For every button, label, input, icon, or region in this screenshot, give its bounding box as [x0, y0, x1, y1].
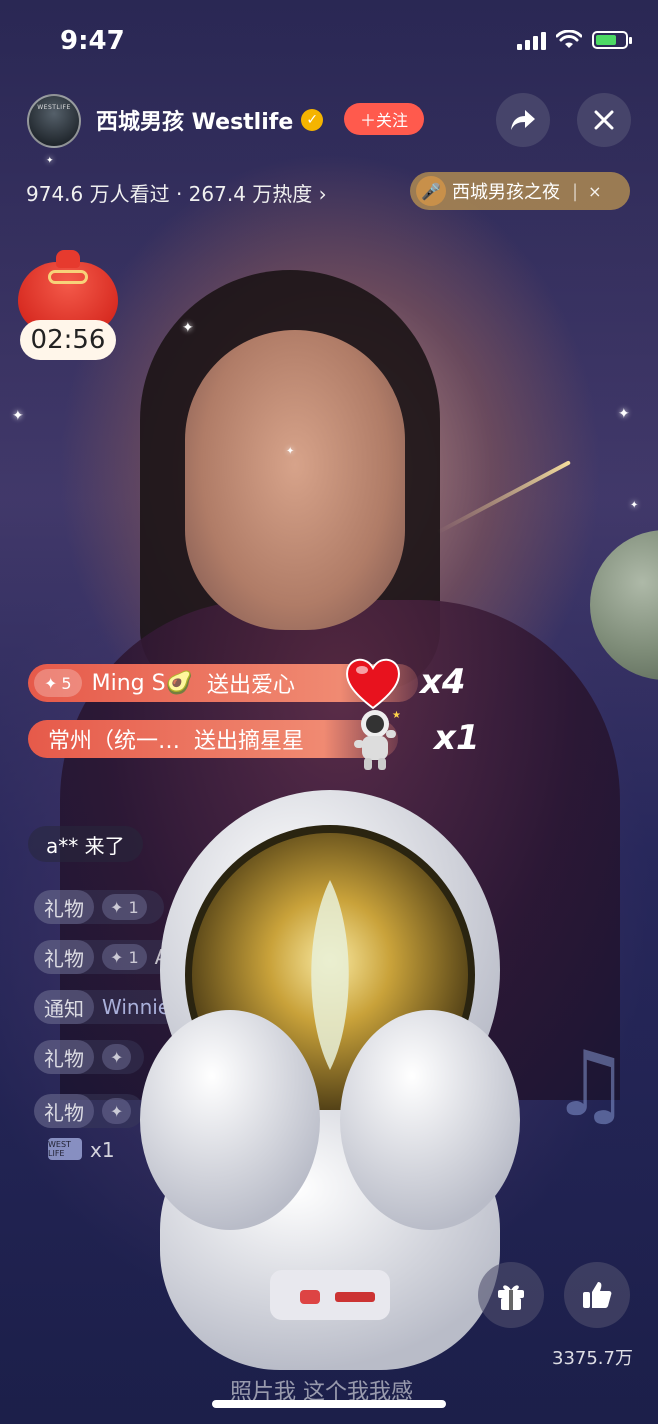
battery-icon [592, 31, 632, 49]
home-indicator[interactable] [212, 1400, 446, 1408]
share-arrow-icon[interactable] [496, 93, 550, 147]
thumbs-up-icon[interactable] [564, 1262, 630, 1328]
close-icon[interactable] [577, 93, 631, 147]
clock: 9:47 [60, 26, 125, 56]
streamer-name-text: 西城男孩 Westlife [96, 110, 294, 135]
heart-icon [346, 658, 400, 710]
follow-button[interactable]: ＋关注 [344, 103, 424, 135]
astronaut-gift-effect [140, 790, 520, 1370]
gift-icon[interactable] [478, 1262, 544, 1328]
gift-count: x1 [434, 718, 480, 758]
gift-action: 送出摘星星 [194, 729, 305, 754]
view-heat-stats[interactable]: 974.6 万人看过 · 267.4 万热度 › [26, 178, 327, 207]
chat-tag: 通知 [34, 990, 94, 1024]
like-count: 3375.7万 [552, 1348, 633, 1369]
topic-label: 西城男孩之夜 [452, 182, 560, 203]
gift-count: x4 [420, 662, 466, 702]
topic-tag[interactable]: 🎤 西城男孩之夜 | × [410, 172, 630, 210]
background-performer-face [185, 330, 405, 630]
lucky-bag-countdown[interactable]: 02:56 [20, 320, 116, 360]
fan-badge-count: x1 [90, 1138, 115, 1162]
topic-separator: | [572, 180, 579, 202]
level-star-icon: ✦ [44, 673, 58, 693]
music-note-icon: ♫ [550, 1032, 631, 1137]
verified-check-icon: ✓ [301, 109, 324, 131]
lucky-bag-icon[interactable] [18, 250, 118, 332]
astronaut-icon: ★ [354, 710, 400, 770]
sparkle: ✦ [618, 406, 630, 422]
streamer-name[interactable]: 西城男孩 Westlife ✓ [96, 104, 324, 136]
gift-action: 送出爱心 [206, 673, 295, 698]
cellular-signal-icon [517, 30, 546, 50]
status-bar: 9:47 [0, 0, 658, 84]
streamer-avatar[interactable]: WESTLIFE [27, 94, 81, 148]
wifi-icon [556, 30, 582, 48]
chat-tag: 礼物 [34, 940, 94, 974]
sparkle: ✦ [12, 408, 24, 424]
chat-tag: 礼物 [34, 1094, 94, 1128]
gift-sender: 常州（统一… [48, 729, 181, 754]
chat-tag: 礼物 [34, 890, 94, 924]
westlife-fan-badge: WEST LIFE [48, 1138, 82, 1160]
gift-sender: Ming S🥑 [91, 670, 193, 696]
svg-text:★: ★ [392, 710, 400, 721]
sparkle: ✦ [182, 320, 194, 336]
topic-close-icon[interactable]: × [588, 182, 601, 201]
chat-tag: 礼物 [34, 1040, 94, 1074]
avatar-logo-text: WESTLIFE [37, 104, 71, 111]
status-icons [517, 30, 632, 50]
sparkle: ✦ [46, 156, 54, 166]
user-level-badge: ✦ 5 [34, 669, 82, 697]
sparkle: ✦ [286, 446, 295, 457]
user-level: 5 [61, 673, 72, 693]
microphone-icon: 🎤 [416, 176, 446, 206]
sparkle: ✦ [630, 500, 639, 511]
gift-banner: 常州（统一… 送出摘星星 [28, 720, 398, 758]
meteor-effect [436, 460, 571, 535]
planet-effect [590, 530, 658, 680]
